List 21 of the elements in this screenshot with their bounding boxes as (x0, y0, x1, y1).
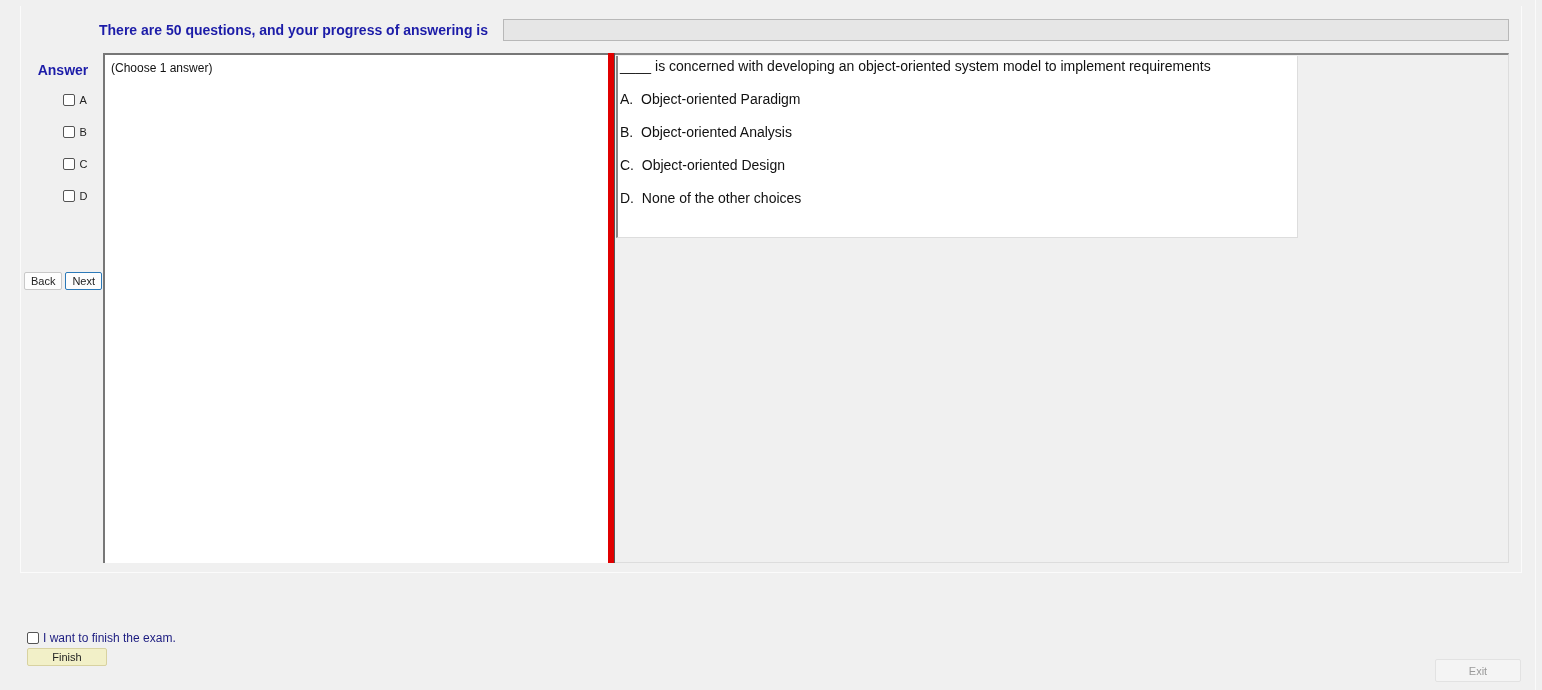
next-button[interactable]: Next (65, 272, 103, 290)
back-button[interactable]: Back (23, 272, 63, 290)
progress-text: There are 50 questions, and your progress of answering is (99, 22, 488, 38)
choice-text: B. Object-oriented Analysis (620, 124, 792, 140)
checkbox[interactable] (27, 631, 39, 644)
finish-label: I want to finish the exam. (43, 630, 176, 645)
option-label: D (79, 190, 88, 202)
choice-text: C. Object-oriented Design (620, 157, 785, 173)
instruction-text: (Choose 1 answer) (111, 61, 213, 75)
checkbox[interactable] (62, 158, 75, 170)
question-text: ____ is concerned with developing an object-oriented system model to implement requirements (620, 58, 1212, 76)
checkbox[interactable] (62, 190, 75, 202)
finish-button[interactable]: Finish (27, 647, 107, 666)
option-label: A (79, 94, 87, 106)
checkbox[interactable] (62, 126, 75, 138)
choice-text: A. Object-oriented Paradigm (620, 91, 801, 107)
answer-heading: Answer (37, 62, 89, 78)
option-label: B (79, 126, 87, 138)
choice-text: D. None of the other choices (620, 190, 802, 206)
option-label: C (79, 158, 88, 170)
checkbox[interactable] (62, 94, 75, 106)
